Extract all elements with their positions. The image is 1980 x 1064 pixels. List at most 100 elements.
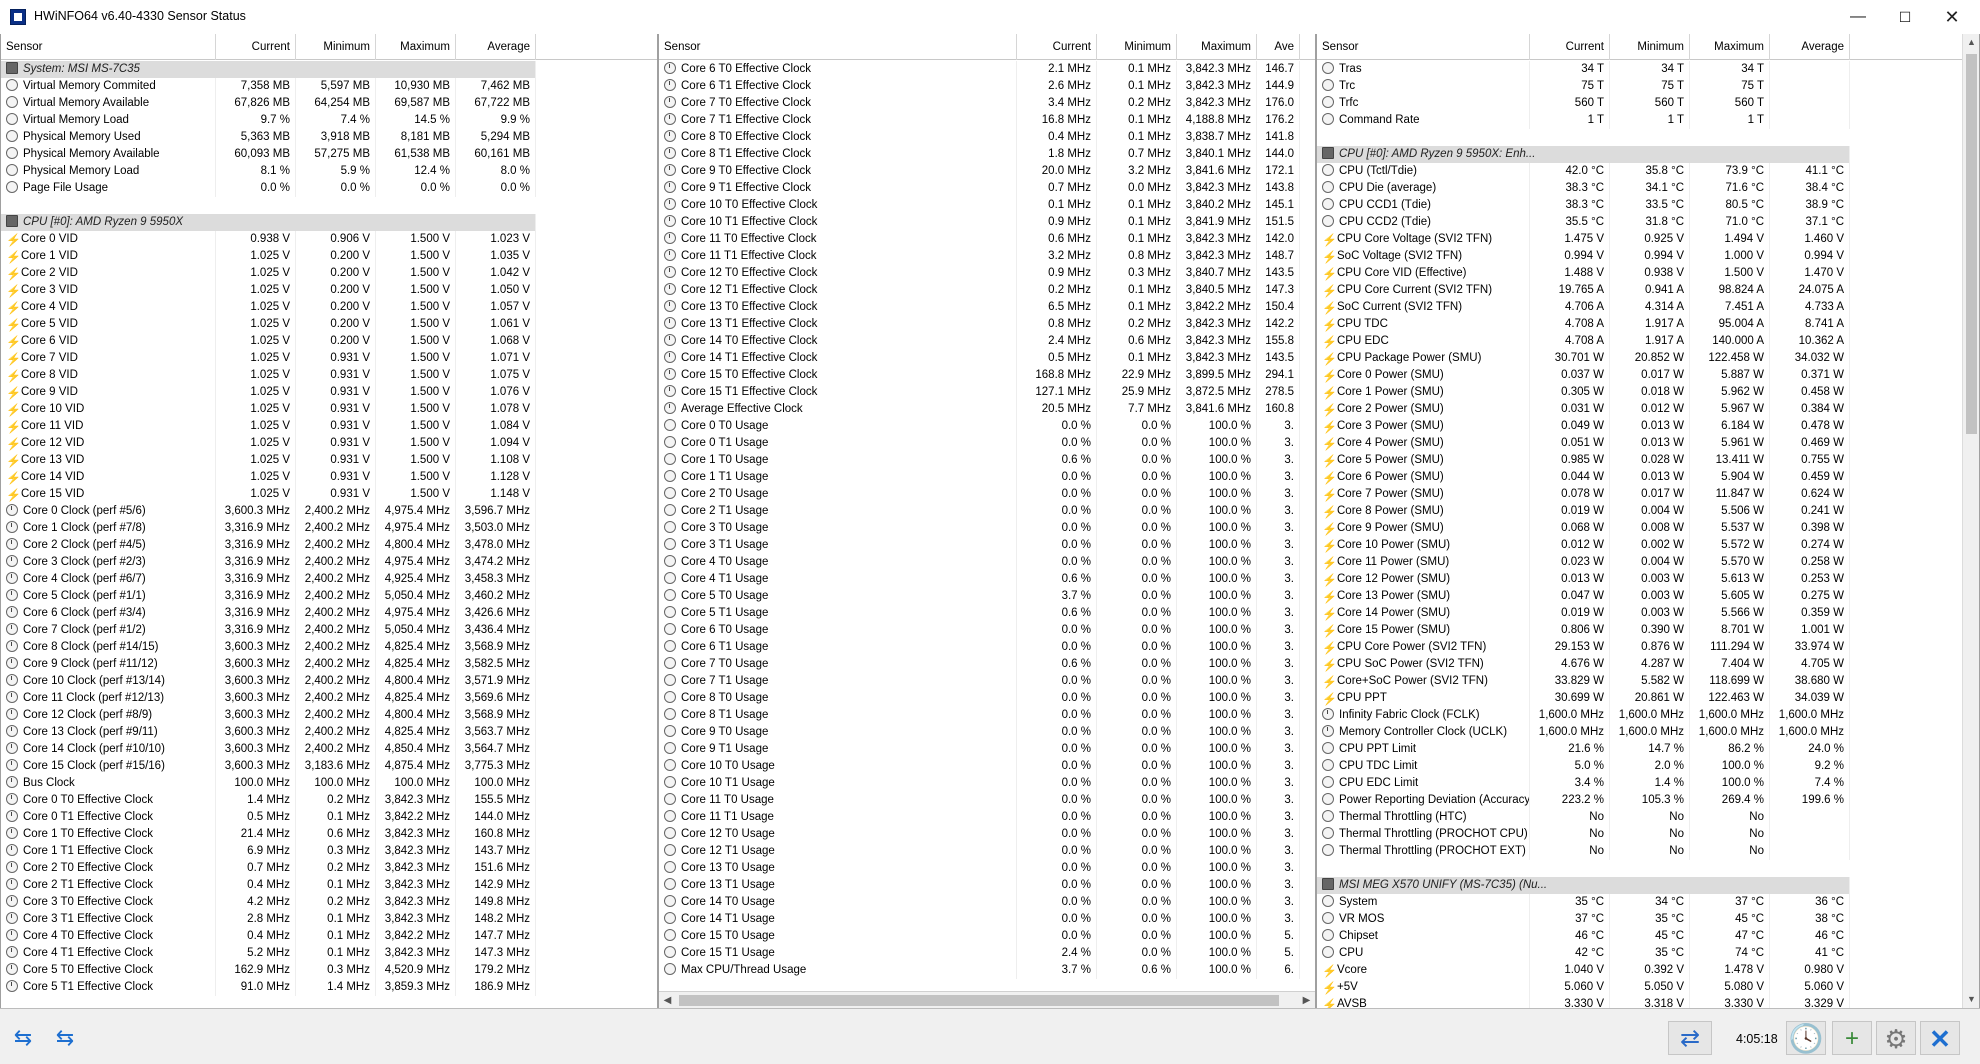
sensor-row[interactable]: Core 9 T0 Effective Clock 20.0 MHz 3.2 MHz… — [659, 163, 1315, 180]
sensor-row[interactable]: Core 3 Clock (perf #2/3) 3,316.9 MHz 2,400… — [1, 554, 657, 571]
sensor-row[interactable]: Core 13 Clock (perf #9/11) 3,600.3 MHz 2,4… — [1, 724, 657, 741]
column-header-ave[interactable]: Ave — [1257, 34, 1300, 60]
minimize-button[interactable]: — — [1834, 0, 1882, 34]
column-header-average[interactable]: Average — [456, 34, 536, 60]
sensor-row[interactable]: Core 4 Clock (perf #6/7) 3,316.9 MHz 2,400… — [1, 571, 657, 588]
scroll-thumb[interactable] — [679, 995, 1279, 1006]
sensor-row[interactable]: Core 2 T0 Effective Clock 0.7 MHz 0.2 MHz 3… — [1, 860, 657, 877]
sensor-row[interactable]: Core+SoC Power (SVI2 TFN) 33.829 W5.582 W… — [1317, 673, 1979, 690]
sensor-row[interactable]: Core 12 VID 1.025 V0.931 V1.500 V1.094 V — [1, 435, 657, 452]
sensor-row[interactable]: CPU CCD1 (Tdie) 38.3 °C 33.5 °C 80.5 °C 38.9… — [1317, 197, 1979, 214]
sensor-row[interactable]: CPU 42 °C 35 °C 74 °C 41 °C — [1317, 945, 1979, 962]
sensor-row[interactable]: Core 7 VID 1.025 V0.931 V1.500 V1.071 V — [1, 350, 657, 367]
column-header-current[interactable]: Current — [216, 34, 296, 60]
sensor-row[interactable]: Core 9 T1 Usage 0.0 % 0.0 % 100.0 % 3. — [659, 741, 1315, 758]
sensor-row[interactable]: Core 1 T0 Usage 0.6 % 0.0 % 100.0 % 3. — [659, 452, 1315, 469]
sensor-row[interactable]: Core 7 T1 Effective Clock 16.8 MHz 0.1 MHz… — [659, 112, 1315, 129]
column-header-minimum[interactable]: Minimum — [296, 34, 376, 60]
sensor-row[interactable]: Core 6 Clock (perf #3/4) 3,316.9 MHz 2,400… — [1, 605, 657, 622]
sensor-row[interactable]: Core 2 T0 Usage 0.0 % 0.0 % 100.0 % 3. — [659, 486, 1315, 503]
sensor-row[interactable]: Core 0 Power (SMU) 0.037 W0.017 W5.887 W0… — [1317, 367, 1979, 384]
sensor-row[interactable]: CPU EDC 4.708 A1.917 A140.000 A10.362 A — [1317, 333, 1979, 350]
sensor-row[interactable]: Core 1 T1 Effective Clock 6.9 MHz 0.3 MHz 3… — [1, 843, 657, 860]
settings-gear-button[interactable]: ⚙ — [1876, 1021, 1916, 1055]
sensor-group-header[interactable]: System: MSI MS-7C35 — [1, 61, 657, 78]
sensor-row[interactable]: Core 12 T1 Effective Clock 0.2 MHz 0.1 MHz… — [659, 282, 1315, 299]
sensor-row[interactable]: Core 4 T0 Effective Clock 0.4 MHz 0.1 MHz 3… — [1, 928, 657, 945]
sensor-row[interactable]: Core 0 T1 Usage 0.0 % 0.0 % 100.0 % 3. — [659, 435, 1315, 452]
sensor-row[interactable]: Core 12 T0 Effective Clock 0.9 MHz 0.3 MHz… — [659, 265, 1315, 282]
sensor-row[interactable]: Core 0 T0 Usage 0.0 % 0.0 % 100.0 % 3. — [659, 418, 1315, 435]
sensor-group-header[interactable]: CPU [#0]: AMD Ryzen 9 5950X — [1, 214, 657, 231]
sensor-row[interactable]: Core 13 T0 Usage 0.0 % 0.0 % 100.0 % 3. — [659, 860, 1315, 877]
sensor-row[interactable]: Page File Usage 0.0 % 0.0 % 0.0 % 0.0 % — [1, 180, 657, 197]
sensor-row[interactable]: Virtual Memory Commited 7,358 MB 5,597 MB 1… — [1, 78, 657, 95]
sensor-row[interactable]: Core 7 Power (SMU) 0.078 W0.017 W11.847 W… — [1317, 486, 1979, 503]
sensor-row[interactable]: Core 5 T0 Effective Clock 162.9 MHz 0.3 MH… — [1, 962, 657, 979]
close-sensors-button[interactable]: ✕ — [1920, 1021, 1960, 1055]
navigate-left-icon[interactable]: ⇆ — [6, 1021, 40, 1055]
sensor-row[interactable]: Core 10 T1 Usage 0.0 % 0.0 % 100.0 % 3. — [659, 775, 1315, 792]
sensor-row[interactable]: Core 11 VID 1.025 V0.931 V1.500 V1.084 V — [1, 418, 657, 435]
sensor-row[interactable]: Core 6 VID 1.025 V0.200 V1.500 V1.068 V — [1, 333, 657, 350]
sensor-row[interactable]: Core 8 T0 Usage 0.0 % 0.0 % 100.0 % 3. — [659, 690, 1315, 707]
sensor-row[interactable]: Core 14 VID 1.025 V0.931 V1.500 V1.128 V — [1, 469, 657, 486]
sensor-row[interactable]: Infinity Fabric Clock (FCLK) 1,600.0 MHz 1… — [1317, 707, 1979, 724]
maximize-button[interactable]: ☐ — [1881, 0, 1929, 34]
sensor-row[interactable]: Trfc 560 T 560 T 560 T — [1317, 95, 1979, 112]
sensor-row[interactable]: Core 1 T0 Effective Clock 21.4 MHz 0.6 MHz… — [1, 826, 657, 843]
sensor-row[interactable]: Core 6 T0 Effective Clock 2.1 MHz 0.1 MHz 3… — [659, 61, 1315, 78]
sensor-row[interactable]: Core 3 T0 Effective Clock 4.2 MHz 0.2 MHz 3… — [1, 894, 657, 911]
sensor-row[interactable]: Core 14 Clock (perf #10/10) 3,600.3 MHz 2,… — [1, 741, 657, 758]
sensor-row[interactable]: Core 15 T0 Usage 0.0 % 0.0 % 100.0 % 5. — [659, 928, 1315, 945]
sensor-row[interactable]: Core 11 T0 Effective Clock 0.6 MHz 0.1 MHz… — [659, 231, 1315, 248]
sensor-row[interactable]: Core 10 T1 Effective Clock 0.9 MHz 0.1 MHz… — [659, 214, 1315, 231]
sensor-row[interactable]: Core 2 T1 Effective Clock 0.4 MHz 0.1 MHz 3… — [1, 877, 657, 894]
sensor-row[interactable]: Core 11 Clock (perf #12/13) 3,600.3 MHz 2,… — [1, 690, 657, 707]
sensor-row[interactable]: Core 11 T0 Usage 0.0 % 0.0 % 100.0 % 3. — [659, 792, 1315, 809]
sensor-row[interactable]: Core 5 VID 1.025 V0.200 V1.500 V1.061 V — [1, 316, 657, 333]
sensor-row[interactable]: Core 13 T1 Usage 0.0 % 0.0 % 100.0 % 3. — [659, 877, 1315, 894]
column-header-sensor[interactable]: Sensor — [1, 34, 216, 60]
sensor-row[interactable]: Core 1 Power (SMU) 0.305 W0.018 W5.962 W0… — [1317, 384, 1979, 401]
sensor-row[interactable]: AVSB3.330 V3.318 V3.330 V3.329 V — [1317, 996, 1979, 1008]
sensor-row[interactable]: Core 12 Clock (perf #8/9) 3,600.3 MHz 2,40… — [1, 707, 657, 724]
column-header-maximum[interactable]: Maximum — [1177, 34, 1257, 60]
sensor-row[interactable]: CPU (Tctl/Tdie) 42.0 °C 35.8 °C 73.9 °C 41.1… — [1317, 163, 1979, 180]
sensor-row[interactable]: CPU Core VID (Effective)1.488 V0.938 V1.… — [1317, 265, 1979, 282]
sensor-row[interactable]: Core 0 Clock (perf #5/6) 3,600.3 MHz 2,400… — [1, 503, 657, 520]
sensor-row[interactable]: CPU SoC Power (SVI2 TFN) 4.676 W4.287 W7.… — [1317, 656, 1979, 673]
sensor-group-header[interactable]: MSI MEG X570 UNIFY (MS-7C35) (Nu... — [1317, 877, 1979, 894]
network-sensors-button[interactable]: ⇄ — [1668, 1021, 1712, 1055]
sensor-row[interactable]: CPU PPT Limit 21.6 % 14.7 % 86.2 % 24.0 % — [1317, 741, 1979, 758]
horizontal-scrollbar[interactable]: ◀ ▶ — [659, 991, 1315, 1008]
column-header-sensor[interactable]: Sensor — [1317, 34, 1530, 60]
sensor-row[interactable]: CPU Die (average) 38.3 °C 34.1 °C 71.6 °C 38… — [1317, 180, 1979, 197]
sensor-row[interactable]: Physical Memory Available 60,093 MB 57,275… — [1, 146, 657, 163]
sensor-row[interactable]: Core 9 Power (SMU) 0.068 W0.008 W5.537 W0… — [1317, 520, 1979, 537]
sensor-row[interactable]: Core 11 T1 Effective Clock 3.2 MHz 0.8 MHz… — [659, 248, 1315, 265]
sensor-row[interactable]: CPU Core Power (SVI2 TFN) 29.153 W0.876 W… — [1317, 639, 1979, 656]
sensor-row[interactable]: Core 2 Power (SMU) 0.031 W0.012 W5.967 W0… — [1317, 401, 1979, 418]
sensor-row[interactable]: Core 0 T1 Effective Clock 0.5 MHz 0.1 MHz 3… — [1, 809, 657, 826]
sensor-row[interactable]: Core 15 T0 Effective Clock 168.8 MHz 22.9 … — [659, 367, 1315, 384]
sensor-row[interactable]: Core 2 Clock (perf #4/5) 3,316.9 MHz 2,400… — [1, 537, 657, 554]
column-header-maximum[interactable]: Maximum — [1690, 34, 1770, 60]
column-header-maximum[interactable]: Maximum — [376, 34, 456, 60]
sensor-row[interactable]: Core 9 T1 Effective Clock 0.7 MHz 0.0 MHz 3… — [659, 180, 1315, 197]
sensor-row[interactable]: Core 14 Power (SMU) 0.019 W0.003 W5.566 W… — [1317, 605, 1979, 622]
sensor-row[interactable]: Core 11 Power (SMU) 0.023 W0.004 W5.570 W… — [1317, 554, 1979, 571]
sensor-row[interactable]: CPU EDC Limit 3.4 % 1.4 % 100.0 % 7.4 % — [1317, 775, 1979, 792]
scroll-right-icon[interactable]: ▶ — [1298, 992, 1315, 1008]
sensor-row[interactable]: Core 14 T0 Usage 0.0 % 0.0 % 100.0 % 3. — [659, 894, 1315, 911]
sensor-row[interactable]: System 35 °C 34 °C 37 °C 36 °C — [1317, 894, 1979, 911]
sensor-row[interactable]: Core 8 T0 Effective Clock 0.4 MHz 0.1 MHz 3… — [659, 129, 1315, 146]
sensor-row[interactable]: Core 0 T0 Effective Clock 1.4 MHz 0.2 MHz 3… — [1, 792, 657, 809]
close-window-button[interactable]: ✕ — [1928, 0, 1976, 34]
sensor-row[interactable]: Core 4 T1 Effective Clock 5.2 MHz 0.1 MHz 3… — [1, 945, 657, 962]
sensor-row[interactable]: SoC Voltage (SVI2 TFN)0.994 V0.994 V1.00… — [1317, 248, 1979, 265]
sensor-row[interactable]: Thermal Throttling (HTC) No No No — [1317, 809, 1979, 826]
sensor-row[interactable]: Core 9 Clock (perf #11/12) 3,600.3 MHz 2,4… — [1, 656, 657, 673]
sensor-row[interactable]: Core 14 T1 Usage 0.0 % 0.0 % 100.0 % 3. — [659, 911, 1315, 928]
sensor-row[interactable]: Tras 34 T 34 T 34 T — [1317, 61, 1979, 78]
